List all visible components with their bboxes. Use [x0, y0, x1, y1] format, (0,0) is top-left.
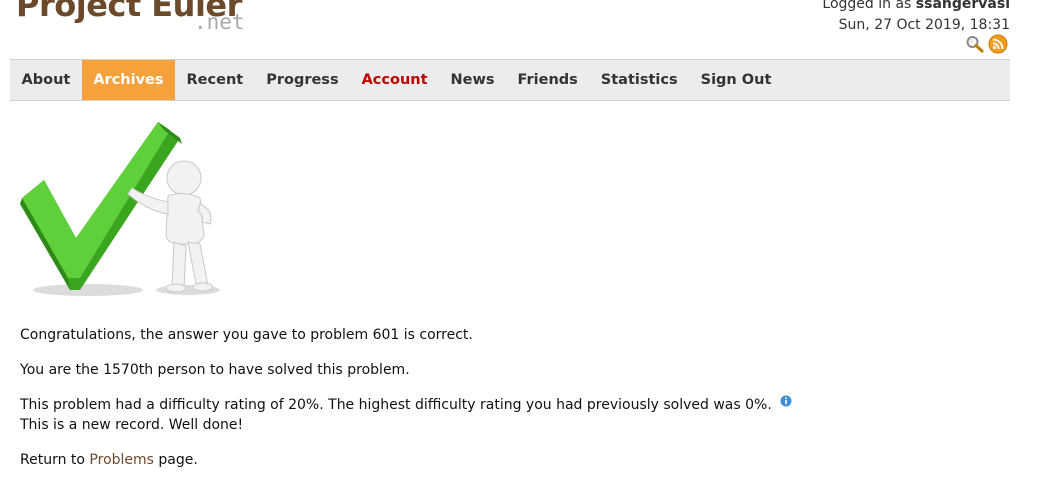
nav-recent[interactable]: Recent [175, 60, 255, 100]
return-prefix: Return to [20, 452, 90, 468]
rss-icon[interactable] [988, 34, 1008, 58]
username: ssangervasi [915, 0, 1010, 12]
user-info: Logged in as ssangervasi Sun, 27 Oct 201… [822, 0, 1010, 36]
nav-about[interactable]: About [10, 60, 82, 100]
header-icons [965, 34, 1008, 58]
correct-answer-illustration [18, 118, 228, 298]
login-status: Logged in as ssangervasi [822, 0, 1010, 15]
record-text: This is a new record. Well done! [20, 417, 244, 433]
return-suffix: page. [153, 452, 198, 468]
nav-friends[interactable]: Friends [506, 60, 589, 100]
nav-archives[interactable]: Archives [81, 60, 176, 100]
nav-account[interactable]: Account [350, 60, 439, 100]
main-navigation: About Archives Recent Progress Account N… [10, 59, 1010, 101]
result-message: Congratulations, the answer you gave to … [20, 325, 792, 485]
nav-progress[interactable]: Progress [255, 60, 350, 100]
logo-net-text: .net [194, 10, 245, 34]
nav-statistics[interactable]: Statistics [589, 60, 689, 100]
search-icon[interactable] [965, 35, 985, 57]
problems-link[interactable]: Problems [89, 452, 154, 468]
return-line: Return to Problems page. [20, 450, 792, 470]
congrats-text: Congratulations, the answer you gave to … [20, 327, 473, 343]
info-icon[interactable] [780, 393, 792, 413]
nav-news[interactable]: News [439, 60, 506, 100]
logged-in-label: Logged in as [822, 0, 916, 12]
nav-sign-out[interactable]: Sign Out [689, 60, 783, 100]
current-datetime: Sun, 27 Oct 2019, 18:31 [838, 17, 1010, 33]
difficulty-block: This problem had a difficulty rating of … [20, 395, 792, 435]
difficulty-text: This problem had a difficulty rating of … [20, 397, 772, 413]
solver-rank-text: You are the 1570th person to have solved… [20, 362, 410, 378]
checkmark-figure-icon [20, 122, 220, 296]
